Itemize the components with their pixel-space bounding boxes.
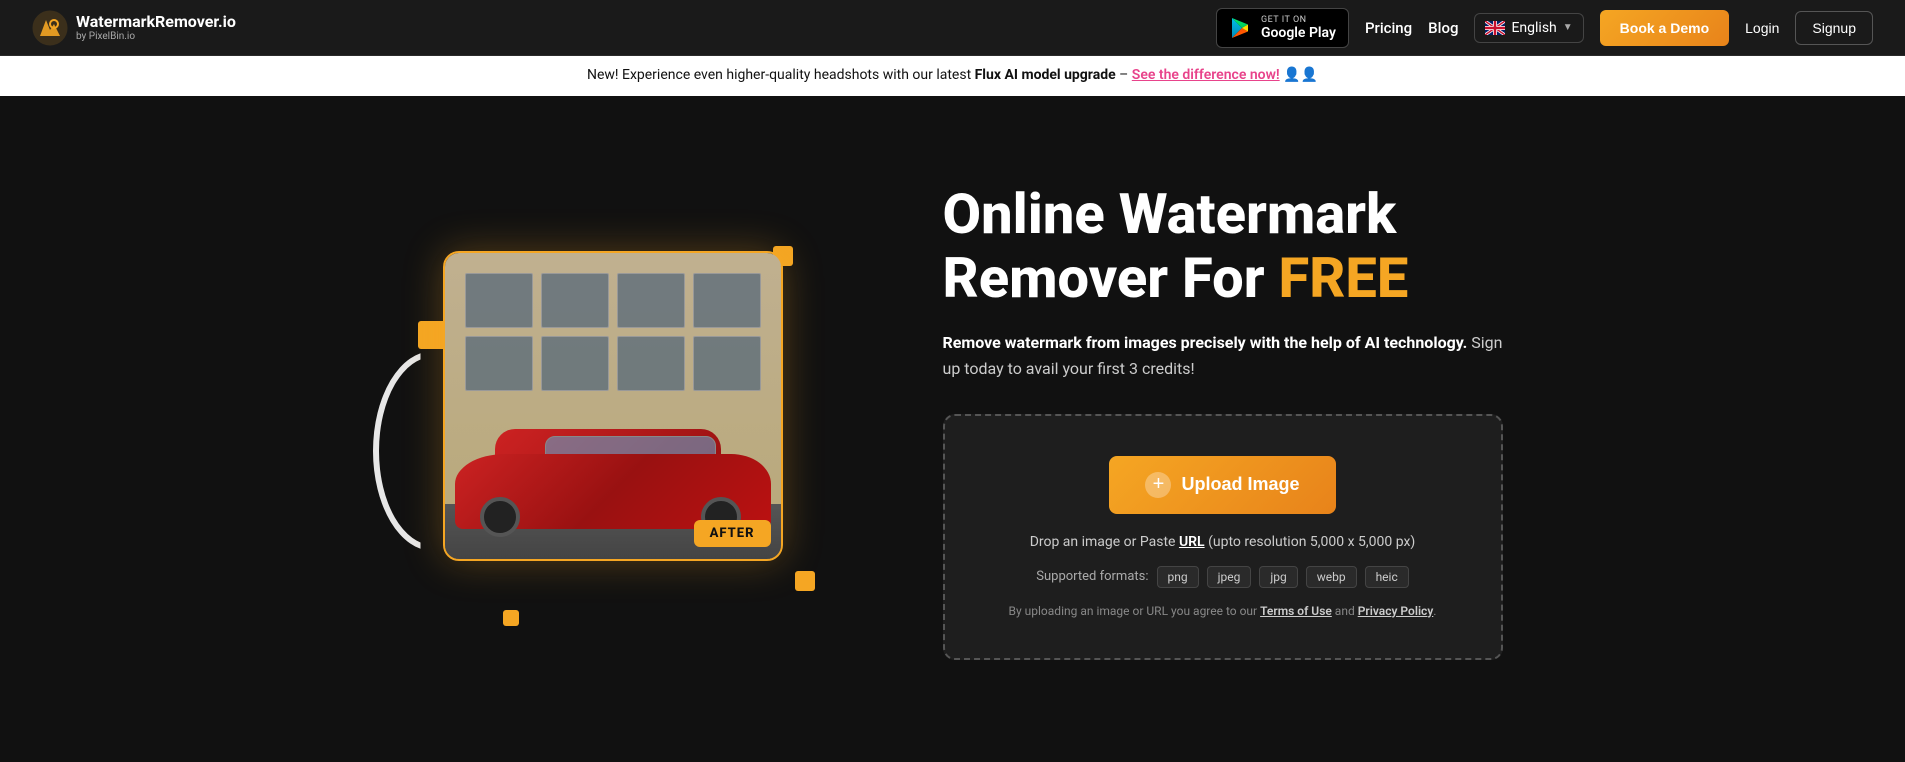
upload-terms: By uploading an image or URL you agree t… — [975, 604, 1471, 618]
url-link[interactable]: URL — [1179, 534, 1205, 550]
car-wheel-left — [480, 497, 520, 537]
chevron-down-icon: ▼ — [1563, 22, 1573, 33]
terms-text-before: By uploading an image or URL you agree t… — [1009, 604, 1261, 618]
upload-button-label: Upload Image — [1181, 474, 1299, 495]
language-selector[interactable]: English ▼ — [1474, 13, 1583, 43]
car-image — [455, 409, 771, 529]
logo-main: WatermarkRemover.io — [76, 13, 236, 31]
upload-image-button[interactable]: + Upload Image — [1109, 456, 1335, 514]
window-3 — [617, 273, 685, 328]
window-2 — [541, 273, 609, 328]
announcement-text-before: New! Experience even higher-quality head… — [587, 67, 975, 83]
announcement-link[interactable]: See the difference now! — [1132, 67, 1280, 83]
hero-content: Online Watermark Remover For FREE Remove… — [943, 182, 1503, 660]
format-webp: webp — [1306, 566, 1357, 588]
google-play-button[interactable]: GET IT ON Google Play — [1216, 8, 1349, 48]
play-text-bottom: Google Play — [1261, 25, 1336, 41]
format-jpg: jpg — [1259, 566, 1297, 588]
pricing-link[interactable]: Pricing — [1365, 19, 1412, 37]
plus-icon: + — [1145, 472, 1171, 498]
play-text: GET IT ON Google Play — [1261, 15, 1336, 41]
window-4 — [693, 273, 761, 328]
window-5 — [465, 336, 533, 391]
signup-button[interactable]: Signup — [1795, 11, 1873, 45]
logo-text: WatermarkRemover.io by PixelBin.io — [76, 13, 236, 42]
hero-subtitle: Remove watermark from images precisely w… — [943, 330, 1503, 381]
format-heic: heic — [1365, 566, 1409, 588]
deco-square-bottom — [503, 610, 519, 626]
language-label: English — [1511, 20, 1556, 36]
hero-title-line2: Remover For — [943, 245, 1279, 311]
after-badge: AFTER — [694, 520, 771, 547]
drop-text-before: Drop an image or Paste — [1030, 534, 1179, 550]
window-7 — [617, 336, 685, 391]
hero-image-frame: AFTER — [443, 251, 783, 561]
drop-text-after: (upto resolution 5,000 x 5,000 px) — [1205, 534, 1416, 550]
google-play-icon — [1229, 16, 1253, 40]
format-png: png — [1157, 566, 1199, 588]
window-1 — [465, 273, 533, 328]
hero-title: Online Watermark Remover For FREE — [943, 182, 1503, 311]
supported-formats: Supported formats: png jpeg jpg webp hei… — [975, 566, 1471, 588]
window-8 — [693, 336, 761, 391]
upload-drop-text: Drop an image or Paste URL (upto resolut… — [975, 534, 1471, 550]
navbar-right: GET IT ON Google Play Pricing Blog Engli… — [1216, 8, 1873, 48]
book-demo-button[interactable]: Book a Demo — [1600, 10, 1729, 46]
hero-title-free: FREE — [1279, 245, 1409, 311]
terms-of-use-link[interactable]: Terms of Use — [1260, 604, 1332, 618]
announcement-banner: New! Experience even higher-quality head… — [0, 56, 1905, 96]
hero-image-container: AFTER — [403, 211, 823, 631]
login-button[interactable]: Login — [1745, 20, 1779, 36]
deco-square-right — [795, 571, 815, 591]
upload-box: + Upload Image Drop an image or Paste UR… — [943, 414, 1503, 660]
logo-area: WatermarkRemover.io by PixelBin.io — [32, 10, 236, 46]
format-jpeg: jpeg — [1207, 566, 1252, 588]
deco-square-left — [418, 321, 446, 349]
play-text-top: GET IT ON — [1261, 15, 1336, 25]
terms-dot: . — [1433, 604, 1436, 618]
logo-icon — [32, 10, 68, 46]
announcement-bold: Flux AI model upgrade — [975, 67, 1116, 83]
terms-and: and — [1332, 604, 1358, 618]
window-6 — [541, 336, 609, 391]
logo-sub: by PixelBin.io — [76, 31, 236, 42]
navbar: WatermarkRemover.io by PixelBin.io — [0, 0, 1905, 56]
hero-title-line1: Online Watermark — [943, 181, 1397, 247]
blog-link[interactable]: Blog — [1428, 19, 1458, 37]
hero-section: AFTER Online Watermark Remover For FREE … — [0, 96, 1905, 746]
announcement-dash: – — [1116, 67, 1132, 83]
building-windows — [465, 273, 761, 391]
formats-label: Supported formats: — [1036, 569, 1148, 584]
flag-uk-icon — [1485, 21, 1505, 35]
privacy-policy-link[interactable]: Privacy Policy — [1358, 604, 1434, 618]
